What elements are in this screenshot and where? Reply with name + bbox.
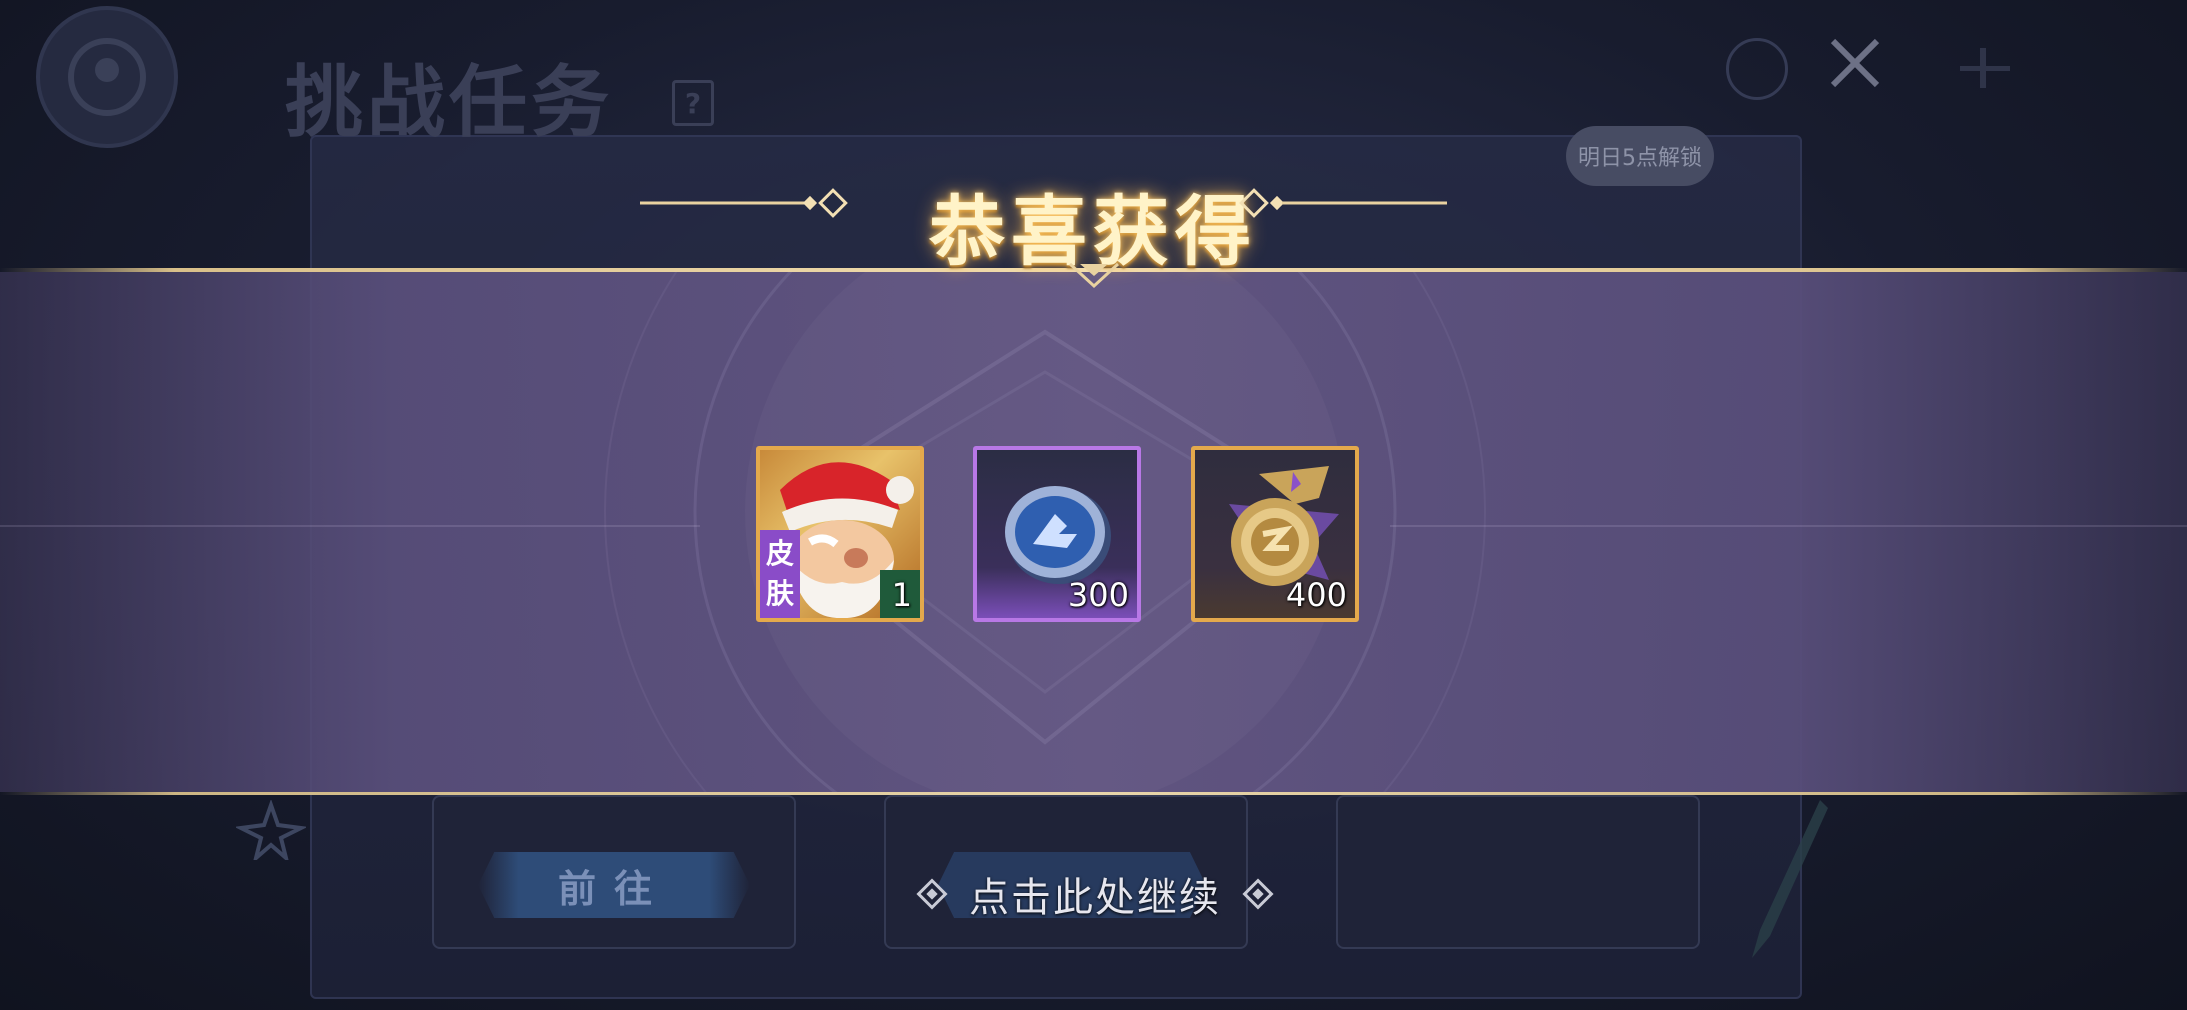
task-card [1336,795,1700,949]
diamond-icon [916,878,948,910]
coin-icon [1726,38,1788,100]
reward-quantity: 1 [891,576,912,614]
diamond-icon [1242,878,1274,910]
title-notch [1068,262,1120,289]
reward-item-coin[interactable]: 300 [973,446,1141,622]
reward-quantity: 300 [1067,576,1129,614]
blue-coin-icon [1005,486,1111,584]
title-ornament-left [640,188,848,218]
reward-item-medal[interactable]: 400 [1191,446,1359,622]
skin-tag: 皮肤 [760,530,800,618]
star-icon [236,800,306,860]
continue-label: 点击此处继续 [969,875,1221,921]
avatar-icon [68,38,146,116]
reward-item-skin[interactable]: 皮肤 1 [756,446,924,622]
reward-quantity: 400 [1285,576,1347,614]
avatar [36,6,178,148]
help-icon[interactable]: ? [672,80,714,126]
close-icon [1830,38,1880,88]
goto-button: 前往 [478,852,750,918]
banner-bottom-border [0,792,2187,795]
continue-button[interactable]: 点击此处继续 [855,862,1335,926]
close-button[interactable] [1820,28,1890,98]
dialog-header: 恭喜获得 [0,150,2187,289]
page-title: 挑战任务 [285,58,614,148]
gold-medal-icon [1229,466,1339,586]
title-ornament-right [1239,188,1447,218]
menu-icon [1960,48,2010,88]
quill-pen-icon [1752,800,1828,958]
